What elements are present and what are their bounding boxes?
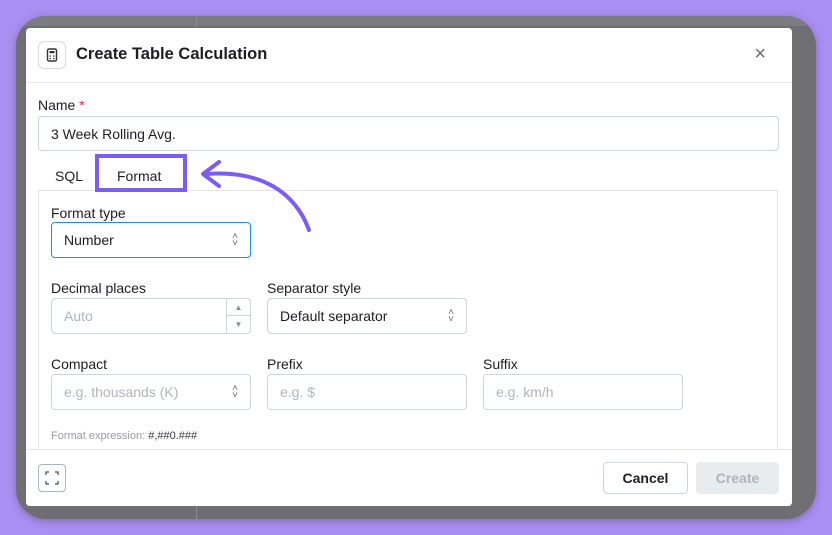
create-button[interactable]: Create [696, 462, 779, 494]
prefix-placeholder: e.g. $ [280, 384, 316, 400]
format-type-value: Number [64, 232, 114, 248]
compact-label: Compact [51, 356, 108, 372]
panel-border-right [777, 190, 778, 450]
decrement-icon[interactable]: ▼ [227, 316, 250, 333]
suffix-placeholder: e.g. km/h [496, 384, 554, 400]
suffix-input[interactable]: e.g. km/h [483, 374, 683, 410]
background-panel [16, 16, 816, 26]
create-table-calculation-dialog: Create Table Calculation × Name * 3 Week… [26, 28, 792, 506]
dialog-title: Create Table Calculation [76, 45, 268, 63]
chevron-up-down-icon: ˄ ˅ [232, 231, 238, 249]
decimal-places-input[interactable]: Auto ▲ ▼ [51, 298, 251, 334]
compact-select[interactable]: e.g. thousands (K) ˄ ˅ [51, 374, 251, 410]
tab-format[interactable]: Format [117, 168, 161, 184]
dialog-footer: Cancel Create [26, 449, 792, 506]
compact-placeholder: e.g. thousands (K) [64, 384, 179, 400]
decimal-places-label: Decimal places [51, 280, 146, 296]
format-expression-label: Format expression: [51, 430, 146, 442]
prefix-input[interactable]: e.g. $ [267, 374, 467, 410]
name-label-text: Name [38, 97, 76, 113]
format-expression-value: #,##0.### [148, 430, 198, 442]
decimal-places-placeholder: Auto [64, 308, 93, 324]
number-stepper[interactable]: ▲ ▼ [226, 299, 250, 333]
chevron-up-down-icon: ˄ ˅ [232, 383, 238, 401]
calculator-icon [38, 41, 66, 69]
separator-style-label: Separator style [267, 280, 362, 296]
panel-border-left [38, 190, 39, 450]
format-type-select[interactable]: Number ˄ ˅ [51, 222, 251, 258]
required-mark: * [79, 97, 85, 113]
name-input-value: 3 Week Rolling Avg. [51, 125, 176, 142]
format-expression: Format expression: #,##0.### [51, 430, 197, 442]
name-label: Name * [38, 97, 85, 113]
cancel-button[interactable]: Cancel [603, 462, 688, 494]
chevron-up-down-icon: ˄ ˅ [448, 307, 454, 325]
prefix-label: Prefix [267, 356, 303, 372]
suffix-label: Suffix [483, 356, 518, 372]
name-input[interactable]: 3 Week Rolling Avg. [38, 116, 779, 151]
close-icon[interactable]: × [754, 44, 766, 64]
format-type-label: Format type [51, 205, 126, 221]
tab-format-highlight[interactable]: Format [95, 154, 187, 192]
app-window: Create Table Calculation × Name * 3 Week… [16, 16, 816, 519]
increment-icon[interactable]: ▲ [227, 299, 250, 316]
separator-style-value: Default separator [280, 308, 388, 324]
dialog-header: Create Table Calculation × [26, 28, 792, 83]
separator-style-select[interactable]: Default separator ˄ ˅ [267, 298, 467, 334]
tab-sql[interactable]: SQL [55, 168, 83, 184]
expand-icon[interactable] [38, 464, 66, 492]
